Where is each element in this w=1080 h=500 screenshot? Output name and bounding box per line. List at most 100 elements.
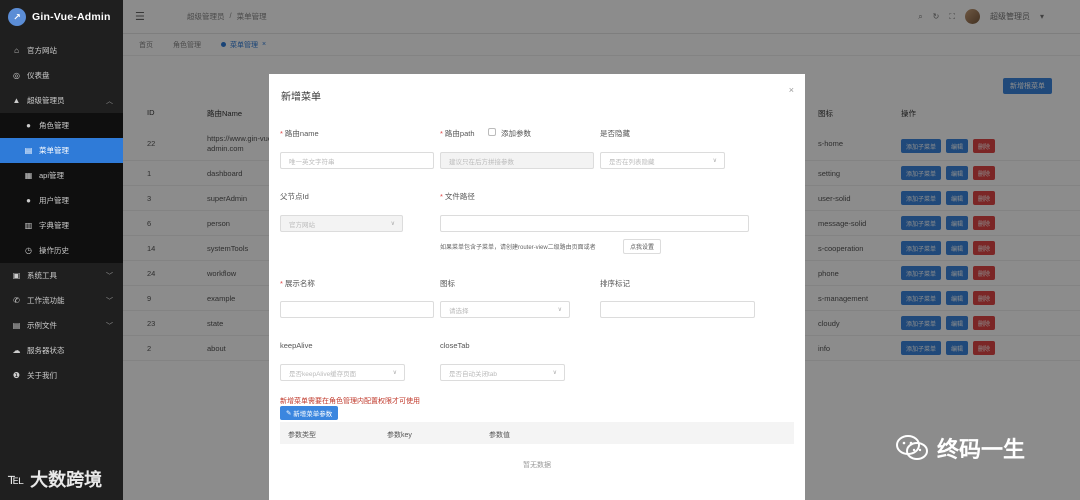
chevron-down-icon: ∨ bbox=[552, 370, 557, 376]
sidebar-item-official-site[interactable]: ⌂ 官方网站 bbox=[0, 38, 123, 63]
required-mark: * bbox=[280, 129, 283, 138]
sort-input[interactable] bbox=[600, 301, 755, 318]
watermark-text: 大数跨境 bbox=[30, 470, 103, 490]
closetab-select[interactable]: 是否自动关闭tab ∨ bbox=[440, 364, 565, 381]
cloud-icon: ☁ bbox=[12, 346, 21, 355]
param-col-value: 参数值 bbox=[489, 432, 510, 439]
chevron-down-icon: ∨ bbox=[392, 370, 397, 376]
route-path-label: * 路由path bbox=[440, 128, 475, 139]
file-path-input[interactable] bbox=[440, 215, 749, 232]
chevron-up-icon: ︿ bbox=[106, 97, 113, 105]
add-menu-dialog: 新增菜单 × * 路由name 唯一英文字符串 * 路由path 添加参数 建议只在… bbox=[269, 74, 805, 500]
close-icon[interactable]: × bbox=[789, 85, 794, 95]
sidebar-item-label: 用户管理 bbox=[39, 196, 69, 205]
keepalive-label: keepAlive bbox=[280, 341, 313, 350]
param-col-type: 参数类型 bbox=[288, 432, 316, 439]
sidebar-item-super-admin[interactable]: ▲ 超级管理员 ︿ bbox=[0, 88, 123, 113]
keepalive-select[interactable]: 是否keepAlive缓存页面 ∨ bbox=[280, 364, 405, 381]
sidebar-item-label: 服务器状态 bbox=[27, 346, 65, 355]
sidebar-item-label: 示例文件 bbox=[27, 321, 57, 330]
chevron-down-icon: ﹀ bbox=[106, 272, 113, 280]
value: 官方网站 bbox=[289, 221, 315, 229]
display-name-label: * 展示名称 bbox=[280, 278, 315, 289]
sidebar-item-dashboard[interactable]: ◎ 仪表盘 bbox=[0, 63, 123, 88]
required-mark: * bbox=[280, 279, 283, 288]
brand-title: Gin-Vue-Admin bbox=[32, 11, 111, 23]
watermark-right: 终码一生 bbox=[895, 432, 1025, 464]
user-icon: ● bbox=[26, 121, 31, 130]
param-col-key: 参数key bbox=[387, 432, 412, 439]
add-param-checkbox[interactable] bbox=[488, 128, 496, 136]
watermark-text: 终码一生 bbox=[937, 437, 1026, 462]
add-menu-param-button[interactable]: ✎ 新增菜单参数 bbox=[280, 406, 339, 420]
app: ↗ Gin-Vue-Admin ⌂ 官方网站 ◎ 仪表盘 ▲ 超级管理员 ︿ ●… bbox=[0, 0, 1080, 500]
home-icon: ⌂ bbox=[14, 46, 19, 55]
placeholder: 请选择 bbox=[449, 307, 469, 315]
parent-id-select[interactable]: 官方网站 ∨ bbox=[280, 215, 403, 232]
sidebar-item-label: 工作流功能 bbox=[27, 296, 65, 305]
sidebar-item-dictionary[interactable]: ▥ 字典管理 bbox=[0, 213, 123, 238]
watermark-logo: ℡ bbox=[8, 471, 25, 488]
watermark-left: ℡ 大数跨境 bbox=[8, 466, 102, 492]
sidebar-item-role[interactable]: ● 角色管理 bbox=[0, 113, 123, 138]
sidebar-item-history[interactable]: ◷ 操作历史 bbox=[0, 238, 123, 263]
chevron-down-icon: ∨ bbox=[390, 221, 395, 227]
edit-icon: ✎ bbox=[286, 410, 294, 417]
sidebar-item-label: api管理 bbox=[39, 171, 65, 180]
route-path-input[interactable]: 建议只在后方拼接参数 bbox=[440, 152, 594, 169]
chevron-down-icon: ∨ bbox=[557, 307, 562, 313]
label-text: 展示名称 bbox=[284, 279, 315, 288]
chevron-down-icon: ∨ bbox=[712, 158, 717, 164]
permission-warning: 新增菜单需要在角色管理内配置权限才可使用 bbox=[280, 398, 420, 405]
hidden-select[interactable]: 是否在列表隐藏 ∨ bbox=[600, 152, 725, 169]
sidebar-item-server-state[interactable]: ☁ 服务器状态 bbox=[0, 338, 123, 363]
placeholder: 唯一英文字符串 bbox=[289, 158, 335, 166]
sidebar-item-examples[interactable]: ▤ 示例文件 ﹀ bbox=[0, 313, 123, 338]
sort-label: 排序标记 bbox=[600, 279, 630, 288]
file-path-label: * 文件路径 bbox=[440, 191, 475, 202]
sidebar-item-menu[interactable]: ▤ 菜单管理 bbox=[0, 138, 123, 163]
sidebar-submenu: ● 角色管理 ▤ 菜单管理 ▦ api管理 ● 用户管理 ▥ 字典管理 ◷ 操作… bbox=[0, 113, 123, 263]
placeholder: 是否自动关闭tab bbox=[449, 370, 498, 378]
label-text: 文件路径 bbox=[444, 192, 475, 201]
icon-select[interactable]: 请选择 ∨ bbox=[440, 301, 570, 318]
sidebar-item-label: 系统工具 bbox=[27, 271, 57, 280]
display-name-input[interactable] bbox=[280, 301, 434, 318]
chevron-down-icon: ﹀ bbox=[106, 297, 113, 305]
click-to-set-button[interactable]: 点我设置 bbox=[623, 239, 662, 254]
sidebar-item-label: 操作历史 bbox=[39, 246, 69, 255]
closetab-label: closeTab bbox=[440, 341, 470, 350]
button-label: 新增菜单参数 bbox=[293, 411, 333, 418]
brand[interactable]: ↗ Gin-Vue-Admin bbox=[0, 0, 123, 34]
sidebar-nav: ⌂ 官方网站 ◎ 仪表盘 ▲ 超级管理员 ︿ ● 角色管理 ▤ 菜单管理 ▦ a… bbox=[0, 38, 123, 388]
route-name-label: * 路由name bbox=[280, 128, 319, 139]
label-text: 路由path bbox=[444, 129, 475, 138]
sidebar-item-workflow[interactable]: ✆ 工作流功能 ﹀ bbox=[0, 288, 123, 313]
sidebar-item-label: 超级管理员 bbox=[27, 96, 65, 105]
required-mark: * bbox=[440, 192, 443, 201]
logo-icon: ↗ bbox=[8, 8, 26, 26]
sidebar-item-api[interactable]: ▦ api管理 bbox=[0, 163, 123, 188]
menu-icon: ▤ bbox=[24, 146, 33, 155]
folder-icon: ▤ bbox=[12, 321, 21, 330]
route-name-input[interactable]: 唯一英文字符串 bbox=[280, 152, 434, 169]
sidebar: ↗ Gin-Vue-Admin ⌂ 官方网站 ◎ 仪表盘 ▲ 超级管理员 ︿ ●… bbox=[0, 0, 123, 500]
required-mark: * bbox=[440, 129, 443, 138]
sidebar-item-label: 菜单管理 bbox=[39, 146, 69, 155]
book-icon: ▥ bbox=[24, 221, 33, 230]
sidebar-item-label: 字典管理 bbox=[39, 221, 69, 230]
add-param-label: 添加参数 bbox=[501, 129, 531, 138]
sidebar-item-system-tools[interactable]: ▣ 系统工具 ﹀ bbox=[0, 263, 123, 288]
chevron-down-icon: ﹀ bbox=[106, 322, 113, 330]
sidebar-item-user[interactable]: ● 用户管理 bbox=[0, 188, 123, 213]
clock-icon: ◷ bbox=[25, 246, 32, 255]
sidebar-item-label: 官方网站 bbox=[27, 46, 57, 55]
dialog-title: 新增菜单 bbox=[281, 92, 321, 103]
param-table-header: 参数类型 参数key 参数值 bbox=[280, 422, 794, 444]
placeholder: 建议只在后方拼接参数 bbox=[449, 158, 514, 166]
sidebar-item-label: 角色管理 bbox=[39, 121, 69, 130]
sidebar-item-label: 仪表盘 bbox=[27, 71, 50, 80]
user-icon: ▲ bbox=[12, 96, 21, 105]
parent-id-label: 父节点Id bbox=[280, 192, 309, 201]
sidebar-item-about[interactable]: ❶ 关于我们 bbox=[0, 363, 123, 388]
